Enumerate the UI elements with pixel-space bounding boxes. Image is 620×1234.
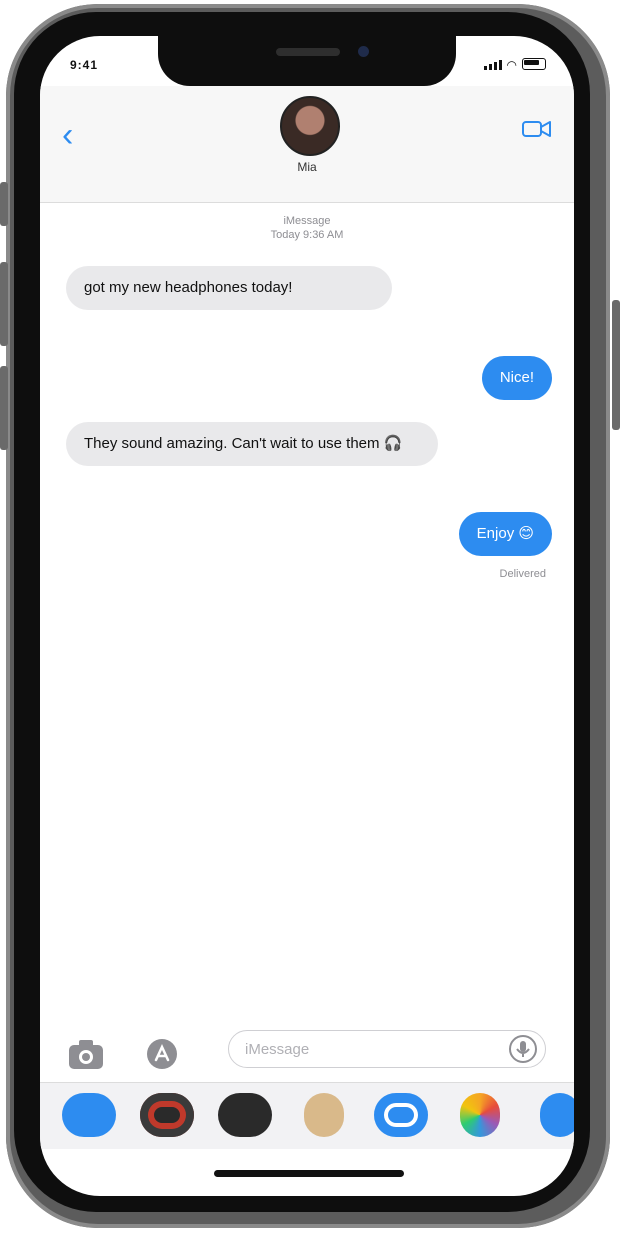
conversation-header: ‹ Mia [40,86,574,203]
front-camera [358,46,369,57]
status-icons: ◠ [483,58,546,72]
timestamp-service: iMessage [283,215,331,227]
camera-icon[interactable] [66,1036,106,1072]
avatar[interactable] [280,96,340,156]
digital-touch-icon[interactable] [218,1093,272,1137]
home-indicator[interactable] [214,1170,404,1177]
delivered-receipt: Delivered [499,568,546,580]
thread-timestamp: iMessage Today 9:36 AM [40,214,574,242]
silent-switch [0,182,8,226]
app-store-drawer-icon[interactable] [142,1036,182,1072]
back-button[interactable]: ‹ [62,118,73,152]
volume-down-button [0,366,8,450]
microphone-icon[interactable] [508,1034,538,1064]
contact-name[interactable]: Mia [40,160,574,174]
input-bar [40,1024,574,1082]
app-drawer [40,1082,574,1149]
wifi-icon: ◠ [506,58,517,72]
messages-screen: 9:41 ◠ ‹ Mia iMessage Today 9:36 AM got … [40,36,574,1196]
speaker-grille [276,48,340,56]
message-input[interactable] [228,1030,546,1068]
battery-icon [522,58,546,70]
photos-icon[interactable] [460,1093,500,1137]
activity-icon[interactable] [140,1093,194,1137]
volume-up-button [0,262,8,346]
incoming-message[interactable]: got my new headphones today! [66,266,392,310]
timestamp-time: Today 9:36 AM [270,229,344,241]
facetime-video-icon[interactable] [522,116,552,142]
apple-pay-icon[interactable] [374,1093,428,1137]
outgoing-message[interactable]: Nice! [481,356,552,400]
power-button [612,300,620,430]
message-thread: iMessage Today 9:36 AM got my new headph… [40,202,574,1024]
notch [158,36,456,86]
app-store-icon[interactable] [62,1093,116,1137]
more-apps-icon[interactable] [540,1093,574,1137]
outgoing-message[interactable]: Enjoy 😊 [458,512,552,556]
memoji-icon[interactable] [304,1093,344,1137]
incoming-message[interactable]: They sound amazing. Can't wait to use th… [66,422,438,466]
cellular-signal-icon [483,60,502,70]
status-time: 9:41 [70,58,99,72]
